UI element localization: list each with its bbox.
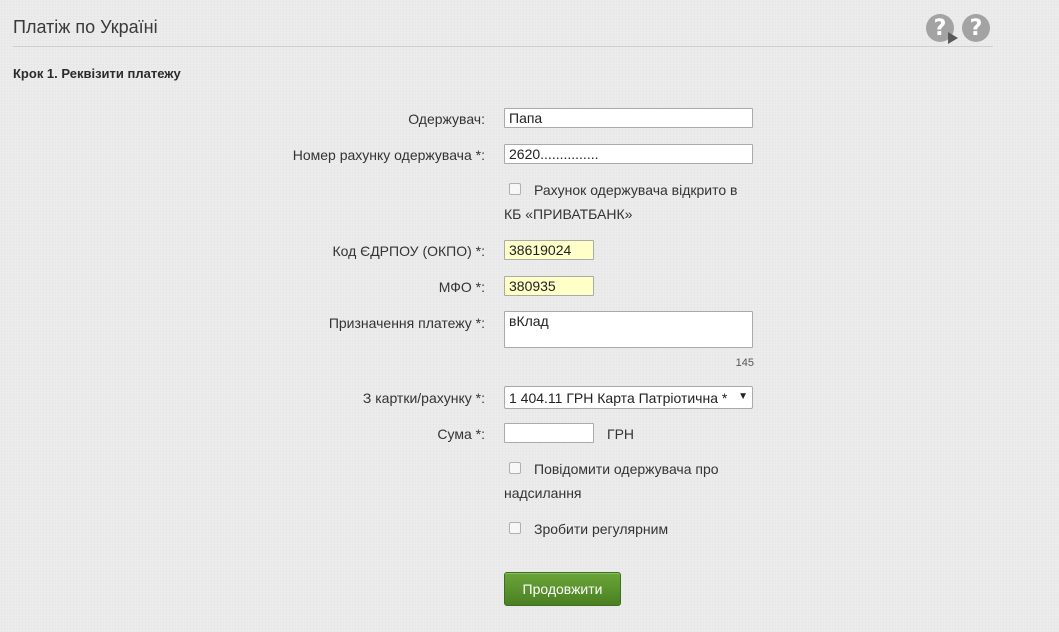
purpose-label: Призначення платежу *:	[328, 315, 485, 331]
help-video-icon[interactable]: ?	[926, 14, 958, 44]
card-label: З картки/рахунку *:	[362, 390, 485, 406]
continue-button[interactable]: Продовжити	[504, 572, 621, 606]
card-select-value: 1 404.11 ГРН Карта Патріотична *	[509, 390, 728, 406]
recipient-input[interactable]: Папа	[504, 108, 753, 128]
help-icon[interactable]: ?	[962, 14, 990, 42]
amount-input[interactable]	[504, 423, 594, 443]
make-regular-label: Зробити регулярним	[534, 521, 669, 537]
amount-label: Сума *:	[437, 426, 485, 442]
mfo-label: МФО *:	[438, 279, 485, 295]
card-select[interactable]: 1 404.11 ГРН Карта Патріотична * ▼	[504, 386, 753, 409]
account-label: Номер рахунку одержувача *:	[292, 147, 485, 163]
page-header: Платіж по Україні ? ?	[13, 10, 993, 47]
currency-label: ГРН	[607, 426, 635, 442]
notify-recipient-label: Повідомити одержувача про надсилання	[504, 461, 719, 501]
privatbank-checkbox-label: Рахунок одержувача відкрито в КБ «ПРИВАТ…	[504, 182, 738, 222]
play-icon	[948, 32, 958, 44]
account-input[interactable]: 2620...............	[504, 144, 753, 164]
edrpou-label: Код ЄДРПОУ (ОКПО) *:	[332, 243, 485, 259]
purpose-char-counter: 145	[735, 357, 754, 369]
recipient-label: Одержувач:	[408, 111, 485, 127]
edrpou-input[interactable]: 38619024	[504, 240, 594, 260]
dropdown-arrow-icon: ▼	[738, 391, 748, 402]
step-title: Крок 1. Реквізити платежу	[13, 66, 181, 81]
page-title: Платіж по Україні	[13, 17, 158, 37]
purpose-textarea[interactable]: вКлад	[504, 311, 753, 348]
mfo-input[interactable]: 380935	[504, 276, 594, 296]
